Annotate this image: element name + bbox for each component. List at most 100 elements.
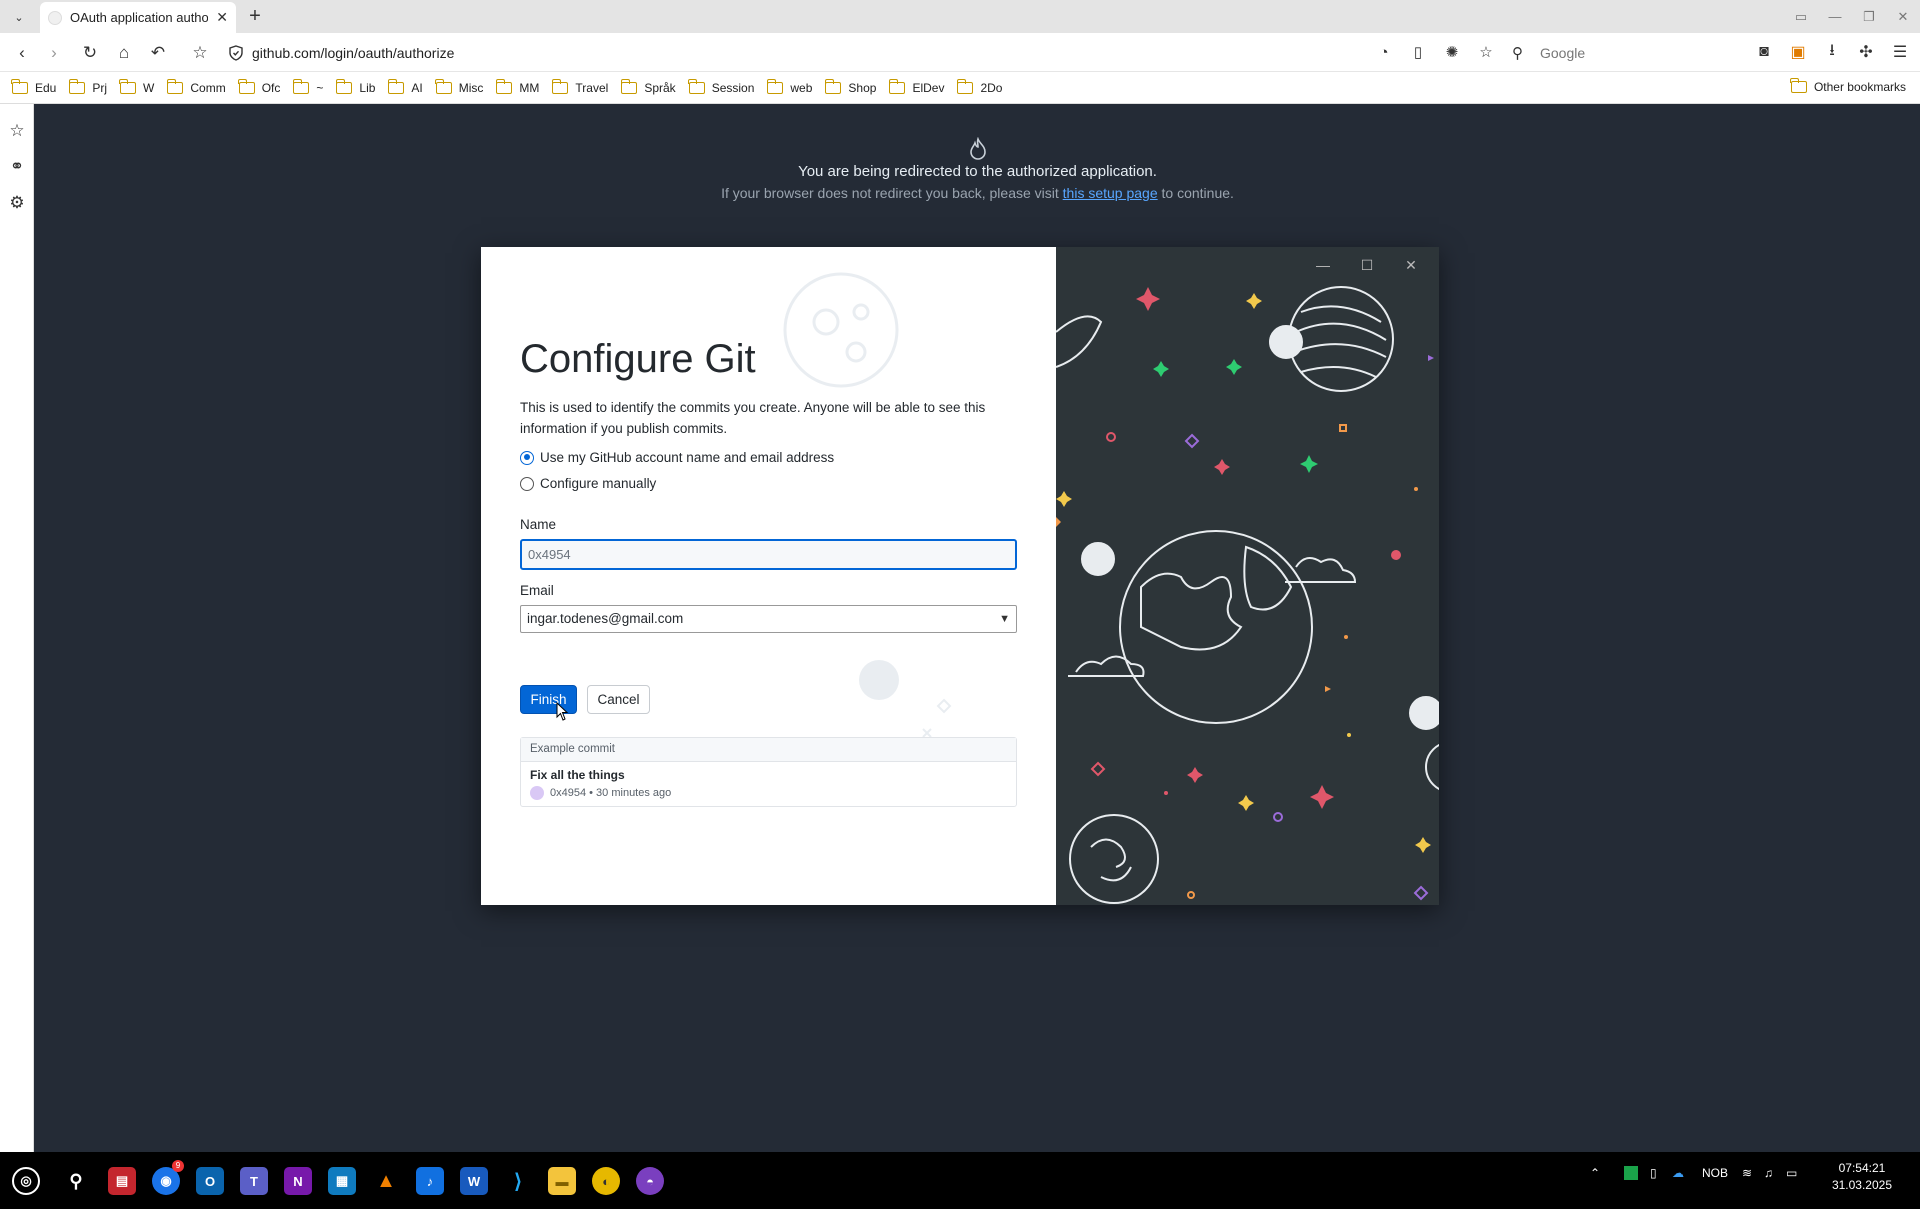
folder-icon	[11, 78, 28, 94]
add-bookmark-icon[interactable]: ☆	[1476, 41, 1496, 63]
extensions-puzzle-icon[interactable]: ✣	[1854, 41, 1878, 63]
taskbar-app-red-icon[interactable]: ▤	[108, 1167, 136, 1195]
taskbar-outlook-icon[interactable]: O	[196, 1167, 224, 1195]
bookmark-folder[interactable]: Edu	[11, 78, 56, 95]
tray-green-app-icon[interactable]	[1624, 1166, 1638, 1180]
bookmark-folder[interactable]: web	[766, 78, 812, 95]
close-window-icon[interactable]: ✕	[1886, 0, 1920, 33]
radio-configure-manually[interactable]	[520, 476, 534, 491]
bookmark-folder[interactable]: W	[119, 78, 154, 95]
bookmark-folder[interactable]: Shop	[824, 78, 876, 95]
start-icon[interactable]: ◎	[12, 1167, 40, 1195]
tab-bar: ⌄ OAuth application autho ✕ + ▭ — ❐ ✕	[0, 0, 1920, 33]
dialog-title: Configure Git	[520, 337, 756, 381]
option-configure-manually[interactable]: Configure manually	[520, 476, 656, 491]
bookmark-folder[interactable]: ~	[292, 78, 323, 95]
dialog-minimize-icon[interactable]: —	[1301, 253, 1345, 277]
tab-title: OAuth application autho	[70, 10, 208, 25]
taskbar-onenote-icon[interactable]: N	[284, 1167, 312, 1195]
bookmark-folder[interactable]: Misc	[435, 78, 483, 95]
taskbar-vscode-icon[interactable]: ⟩	[504, 1167, 532, 1195]
reader-view-icon[interactable]: ▯	[1408, 41, 1428, 63]
forward-icon[interactable]: ›	[42, 41, 66, 65]
folder-icon	[1790, 78, 1807, 93]
bookmark-folder[interactable]: Prj	[68, 78, 107, 95]
folder-icon	[292, 78, 310, 94]
url-text: github.com/login/oauth/authorize	[252, 44, 455, 61]
main-menu-icon[interactable]: ☰	[1888, 41, 1912, 63]
taskbar-vlc-icon[interactable]: ▲	[372, 1167, 400, 1195]
tiling-icon[interactable]: ▭	[1784, 0, 1818, 33]
tray-onedrive-icon[interactable]: ☁	[1672, 1166, 1702, 1180]
tray-overflow-chevron-icon[interactable]: ⌃	[1590, 1166, 1612, 1180]
redirect-message: You are being redirected to the authoriz…	[798, 163, 1157, 180]
extension-orange-icon[interactable]: ▣	[1786, 41, 1810, 63]
taskbar-teams-icon[interactable]: T	[240, 1167, 268, 1195]
bookmark-folder[interactable]: Ofc	[238, 78, 280, 95]
sidebar-favorites-star-icon[interactable]: ☆	[7, 121, 27, 141]
dialog-maximize-icon[interactable]: ☐	[1345, 253, 1389, 277]
folder-icon	[335, 78, 353, 94]
search-placeholder: Google	[1540, 44, 1586, 61]
tray-battery-icon[interactable]: ▭	[1786, 1166, 1808, 1180]
bookmark-folder[interactable]: 2Do	[956, 78, 1002, 95]
undo-close-icon[interactable]: ↶	[146, 41, 170, 65]
tracker-blocker-icon[interactable]: ✺	[1442, 41, 1462, 63]
bookmark-folder[interactable]: Travel	[551, 78, 608, 95]
bookmark-star-icon[interactable]: ☆	[188, 41, 212, 65]
site-info-shield-icon[interactable]	[228, 44, 244, 61]
tray-usb-icon[interactable]: ▯	[1650, 1166, 1672, 1180]
folder-icon	[956, 78, 974, 94]
option-use-account[interactable]: Use my GitHub account name and email add…	[520, 450, 834, 465]
restore-icon[interactable]: ❐	[1852, 0, 1886, 33]
screenshot-camera-icon[interactable]: ◙	[1752, 41, 1776, 63]
folder-icon	[119, 78, 137, 94]
folder-icon	[551, 78, 569, 94]
download-icon[interactable]: ⭳	[1820, 41, 1844, 63]
bookmark-folder[interactable]: Comm	[166, 78, 226, 95]
tab-oauth[interactable]: OAuth application autho ✕	[40, 2, 236, 33]
reload-icon[interactable]: ↻	[78, 41, 102, 65]
folder-icon	[688, 78, 705, 94]
bookmark-folder[interactable]: Språk	[620, 78, 676, 95]
tray-volume-icon[interactable]: ♫	[1764, 1166, 1786, 1180]
home-icon[interactable]: ⌂	[112, 41, 136, 65]
tab-close-icon[interactable]: ✕	[216, 9, 228, 26]
address-bar-row: ‹ › ↻ ⌂ ↶ ☆ github.com/login/oauth/autho…	[0, 33, 1920, 72]
folder-icon	[166, 78, 184, 94]
taskbar-explorer-folder-icon[interactable]: ▬	[548, 1167, 576, 1195]
bookmark-folder[interactable]: Session	[688, 78, 754, 95]
email-select[interactable]: ingar.todenes@gmail.com ▼	[520, 605, 1017, 633]
cancel-button[interactable]: Cancel	[587, 685, 650, 714]
folder-icon	[620, 78, 638, 94]
tab-menu-chevron-icon[interactable]: ⌄	[6, 6, 32, 28]
name-input[interactable]: 0x4954	[520, 539, 1017, 570]
setup-page-link[interactable]: this setup page	[1063, 185, 1158, 201]
bookmark-folder[interactable]: AI	[387, 78, 423, 95]
back-icon[interactable]: ‹	[10, 41, 34, 65]
taskbar-github-desktop-icon[interactable]: ◓	[636, 1167, 664, 1195]
read-aloud-icon[interactable]: ◔	[1374, 41, 1394, 63]
toolbar-right: ◙ ▣ ⭳ ✣ ☰	[1752, 41, 1912, 63]
taskbar-clock[interactable]: 07:54:21 31.03.2025	[1832, 1160, 1892, 1194]
tray-language[interactable]: NOB	[1702, 1166, 1742, 1180]
bookmarks-bar: Edu Prj W Comm Ofc ~ Lib AI Misc MM Trav…	[0, 72, 1920, 104]
bookmark-folder[interactable]: MM	[495, 78, 539, 95]
search-field[interactable]: ⚲ Google	[1506, 39, 1744, 66]
taskbar-calendar-icon[interactable]: ▦	[328, 1167, 356, 1195]
taskbar-search-icon[interactable]: ⚲	[62, 1167, 90, 1195]
folder-icon	[495, 78, 513, 94]
clock-time: 07:54:21	[1838, 1161, 1886, 1175]
bookmark-folder[interactable]: Lib	[335, 78, 375, 95]
taskbar-music-icon[interactable]: ♪	[416, 1167, 444, 1195]
dialog-close-icon[interactable]: ✕	[1389, 253, 1433, 277]
tray-wifi-icon[interactable]: ≋	[1742, 1166, 1764, 1180]
minimize-icon[interactable]: —	[1818, 0, 1852, 33]
radio-use-account[interactable]	[520, 450, 534, 465]
new-tab-button[interactable]: +	[244, 5, 266, 27]
url-field[interactable]: github.com/login/oauth/authorize	[228, 39, 1488, 66]
other-bookmarks[interactable]: Other bookmarks	[1790, 78, 1906, 94]
taskbar-app-yellow-icon[interactable]: ◐	[592, 1167, 620, 1195]
taskbar-word-icon[interactable]: W	[460, 1167, 488, 1195]
bookmark-folder[interactable]: ElDev	[888, 78, 944, 95]
